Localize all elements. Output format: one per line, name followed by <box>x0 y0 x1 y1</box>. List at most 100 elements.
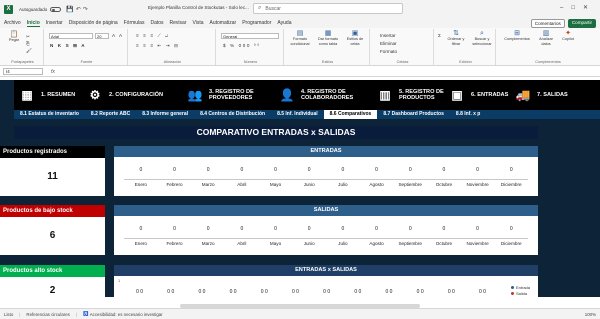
name-box[interactable]: I4 <box>3 68 43 75</box>
window-controls[interactable]: –□✕ <box>560 4 596 11</box>
font-name-select[interactable]: Arial <box>49 33 93 39</box>
sort-filter-button[interactable]: ⇅ Ordenar y filtrar <box>444 30 468 46</box>
insert-cells-label[interactable]: Insertar <box>380 33 396 38</box>
menu-insertar[interactable]: Insertar <box>46 20 63 26</box>
card-alto-stock-label: Productos alto stock <box>0 265 105 277</box>
card-alto-stock-value: 2 <box>49 285 56 296</box>
status-circular-refs[interactable]: Referencias circulares <box>26 312 69 317</box>
nav-salidas-button[interactable]: 🚚 7. SALIDAS <box>512 83 598 107</box>
autosave-toggle[interactable] <box>50 6 62 12</box>
nav-row: ▦ 1. RESUMEN ⚙ 2. CONFIGURACIÓN 👥 3. REG… <box>14 80 600 110</box>
month-label: Abril <box>237 241 247 246</box>
share-button[interactable]: Compartir <box>567 19 596 28</box>
month-label: Junio <box>303 241 315 246</box>
data-label: 0 0 <box>155 289 186 295</box>
gear-icon: ⚙ <box>89 88 101 102</box>
dashboard-title: COMPARATIVO ENTRADAS x SALIDAS <box>14 126 538 139</box>
nav-proveedores-line2: PROVEEDORES <box>209 95 253 101</box>
data-label: 0 <box>354 289 358 295</box>
data-label: 0 <box>452 289 455 295</box>
menu-inicio[interactable]: Inicio <box>26 20 40 27</box>
conditional-format-label: Formato condicional <box>290 37 310 46</box>
clipboard-group-label: Portapapeles <box>11 60 34 64</box>
document-icon: ▦ <box>21 88 33 102</box>
paste-button[interactable]: 📋 Pegar <box>6 31 22 43</box>
search-input[interactable]: ⌕ Buscar <box>253 3 403 14</box>
nav-salidas-label: 7. SALIDAS <box>537 92 568 98</box>
nav-proveedores-button[interactable]: 👥 3. REGISTRO DE PROVEEDORES <box>184 83 276 107</box>
copilot-icon: ✦ <box>565 30 571 37</box>
analyze-data-button[interactable]: ▥ Analizar datos <box>534 30 558 46</box>
nav-colaboradores-button[interactable]: 👤 4. REGISTRO DE COLABORADORES <box>276 83 376 107</box>
format-cells-label[interactable]: Formato <box>380 49 397 54</box>
salidas-values: 0 0 0 0 0 0 0 0 0 0 0 0 <box>124 226 528 232</box>
menu-vista[interactable]: Vista <box>192 20 203 26</box>
table-format-button[interactable]: ▦ Dar formato como tabla <box>314 30 342 46</box>
data-label: 0 <box>509 226 513 232</box>
menu-archivo[interactable]: Archivo <box>4 20 21 26</box>
find-select-button[interactable]: ⌕ Buscar y seleccionar <box>469 30 495 46</box>
cells-buttons[interactable]: Insertar Eliminar Formato <box>380 32 397 56</box>
number-format-icons[interactable]: $ % 000 ⁰⁰ <box>223 43 261 49</box>
align-top-icons[interactable]: ≡ ≡ ≡ ⟋ ↵ <box>136 33 170 38</box>
subtab-bar: 8.1 Estatus de inventario 8.2 Reporte AB… <box>14 110 600 119</box>
delete-cells-label[interactable]: Eliminar <box>380 41 397 46</box>
y-tick-label: 1 <box>118 278 121 283</box>
cell-styles-button[interactable]: ▣ Estilos de celda <box>343 30 367 46</box>
font-size-select[interactable]: 20 <box>95 33 109 39</box>
tab-inf-individual[interactable]: 8.5 Inf. Individual <box>271 110 324 119</box>
data-label: 0 0 <box>467 289 498 295</box>
data-label: 0 <box>173 167 176 173</box>
sort-filter-icon: ⇅ <box>453 30 459 37</box>
entradas-values: 0 0 0 0 0 0 0 0 0 0 0 0 <box>124 167 528 173</box>
tab-inf-x-p[interactable]: 8.8 Inf. x p <box>450 110 486 119</box>
font-grow-icons[interactable]: A A <box>112 33 124 38</box>
tab-reporte-abc[interactable]: 8.2 Reporte ABC <box>85 110 136 119</box>
data-label: 0 <box>139 226 143 232</box>
comments-button[interactable]: Comentarios <box>530 19 565 28</box>
menu-disposicion[interactable]: Disposición de página <box>69 20 118 26</box>
font-style-icons[interactable]: N K S ⊞ A <box>50 43 86 49</box>
month-label: Noviembre <box>466 182 489 187</box>
data-label: 0 0 <box>373 289 404 295</box>
menu-programador[interactable]: Programador <box>242 20 271 26</box>
cut-copy-icons[interactable]: ✂ ⎘ 🖌 <box>26 33 33 54</box>
status-accessibility[interactable]: Accesibilidad: es necesario investigar <box>90 312 163 317</box>
nav-productos-line2: PRODUCTOS <box>399 95 435 101</box>
conditional-format-button[interactable]: ▤ Formato condicional <box>287 30 313 46</box>
month-label: Noviembre <box>466 241 489 246</box>
menu-datos[interactable]: Datos <box>150 20 163 26</box>
tab-dashboard-productos[interactable]: 8.7 Dashboard Productos <box>377 110 450 119</box>
menu-ayuda[interactable]: Ayuda <box>277 20 291 26</box>
copilot-button[interactable]: ✦ Copilot <box>558 30 578 42</box>
zoom-level[interactable]: 100% <box>585 312 596 317</box>
addins-button[interactable]: ⊞ Complementos <box>500 30 534 42</box>
data-label: 0 <box>442 167 446 173</box>
formula-bar: I4 fx <box>0 67 600 77</box>
search-placeholder: Buscar <box>265 5 281 12</box>
autosum-icon[interactable]: Σ <box>438 33 442 38</box>
data-label: 0 <box>408 226 412 232</box>
align-horizontal-icons[interactable]: ≡ ≡ ≡ ⇤ ⇥ ⊟ <box>136 43 180 49</box>
editing-group: Σ ⇅ Ordenar y filtrar ⌕ Buscar y selecci… <box>436 29 496 65</box>
month-label: Septiembre <box>398 241 422 246</box>
tab-centros-distribucion[interactable]: 8.4 Centros de Distribución <box>194 110 271 119</box>
tab-estatus-inventario[interactable]: 8.1 Estatus de inventario <box>14 110 85 119</box>
fx-icon[interactable]: fx <box>51 69 55 75</box>
data-label: 0 <box>385 289 389 295</box>
data-label: 0 <box>233 289 237 295</box>
quick-access-icons[interactable]: 💾↶↷ <box>66 6 90 13</box>
tab-informe-general[interactable]: 8.3 Informe general <box>136 110 194 119</box>
tab-comparativos[interactable]: 8.6 Comparativos <box>323 110 378 119</box>
menu-revisar[interactable]: Revisar <box>170 20 187 26</box>
copilot-label: Copilot <box>562 37 574 42</box>
data-label: 0 <box>140 289 144 295</box>
nav-configuracion-button[interactable]: ⚙ 2. CONFIGURACIÓN <box>84 83 184 107</box>
number-format-select[interactable]: General <box>221 33 279 39</box>
data-label: 0 <box>375 167 378 173</box>
data-label: 0 <box>240 226 244 232</box>
menu-formulas[interactable]: Fórmulas <box>124 20 145 26</box>
menu-automatizar[interactable]: Automatizar <box>210 20 237 26</box>
nav-entradas-button[interactable]: ▣ 6. ENTRADAS <box>446 83 516 107</box>
font-group-label: Fuente <box>80 60 93 64</box>
